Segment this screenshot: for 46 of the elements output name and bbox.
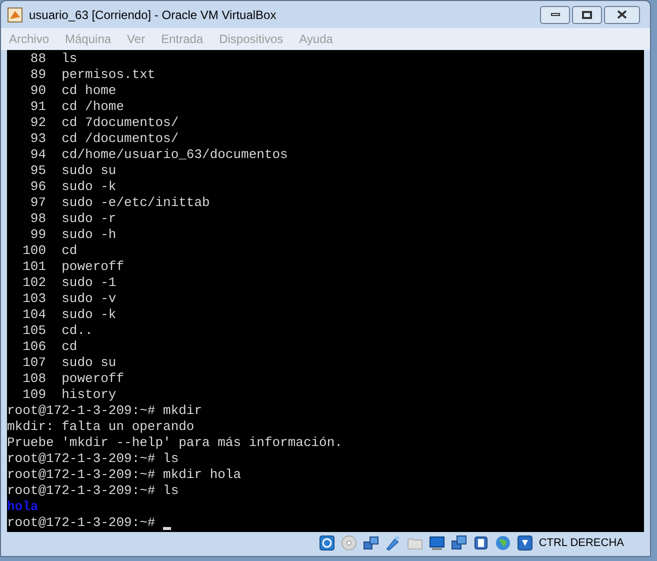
terminal-line: 100 cd [22, 243, 78, 259]
chip-icon[interactable] [472, 535, 489, 551]
terminal-line: root@172-1-3-209:~# [7, 515, 156, 531]
terminal-line: 88 ls [29, 51, 78, 67]
download-icon[interactable] [516, 535, 533, 551]
globe-icon[interactable] [494, 535, 511, 551]
terminal-line: 89 permisos.txt [29, 67, 156, 83]
terminal-line: root@172-1-3-209:~# mkdir hola [7, 467, 242, 483]
terminal-line: hola [7, 499, 38, 515]
terminal-line: 103 sudo -v [22, 291, 116, 307]
terminal-line: 99 sudo -h [29, 227, 116, 243]
maximize-icon [582, 10, 592, 18]
terminal-line: 104 sudo -k [22, 307, 116, 323]
terminal-line: 109 history [22, 387, 116, 403]
terminal-line: 101 poweroff [22, 259, 124, 275]
terminal-line: 94 cd/home/usuario_63/documentos [29, 147, 288, 163]
terminal-line: 107 sudo su [22, 355, 116, 371]
terminal-line: 93 cd /documentos/ [29, 131, 179, 147]
windows-icon[interactable] [450, 535, 467, 551]
host-key-label: CTRL DERECHA [538, 536, 624, 551]
terminal-line: 91 cd /home [29, 99, 124, 115]
terminal-line: 98 sudo -r [29, 211, 116, 227]
terminal-line: root@172-1-3-209:~# ls [7, 451, 179, 467]
terminal-line: 102 sudo -1 [22, 275, 116, 291]
terminal-line: root@172-1-3-209:~# mkdir [7, 403, 202, 419]
maximize-button[interactable] [572, 6, 602, 24]
minimize-icon [550, 13, 560, 16]
terminal-line: 106 cd [22, 339, 78, 355]
close-icon [617, 10, 627, 19]
terminal-line: mkdir: falta un operando [7, 419, 194, 435]
terminal-line: 108 poweroff [22, 371, 124, 387]
network-icon[interactable] [362, 535, 379, 551]
terminal-line: 97 sudo -e/etc/inittab [29, 195, 210, 211]
terminal-line: 96 sudo -k [29, 179, 116, 195]
text-cursor [163, 527, 172, 530]
app-icon [7, 6, 23, 22]
minimize-button[interactable] [540, 6, 570, 24]
display-icon[interactable] [428, 535, 445, 551]
terminal-line: root@172-1-3-209:~# ls [7, 483, 179, 499]
close-button[interactable] [604, 6, 640, 24]
window-title: usuario_63 [Corriendo] - Oracle VM VirtualBox [29, 6, 278, 24]
terminal-line: Pruebe 'mkdir --help' para más información. [7, 435, 342, 451]
terminal-line: 90 cd home [29, 83, 116, 99]
terminal-line: 92 cd 7documentos/ [29, 115, 179, 131]
terminal-line: 105 cd.. [22, 323, 93, 339]
terminal-line: 95 sudo su [29, 163, 116, 179]
